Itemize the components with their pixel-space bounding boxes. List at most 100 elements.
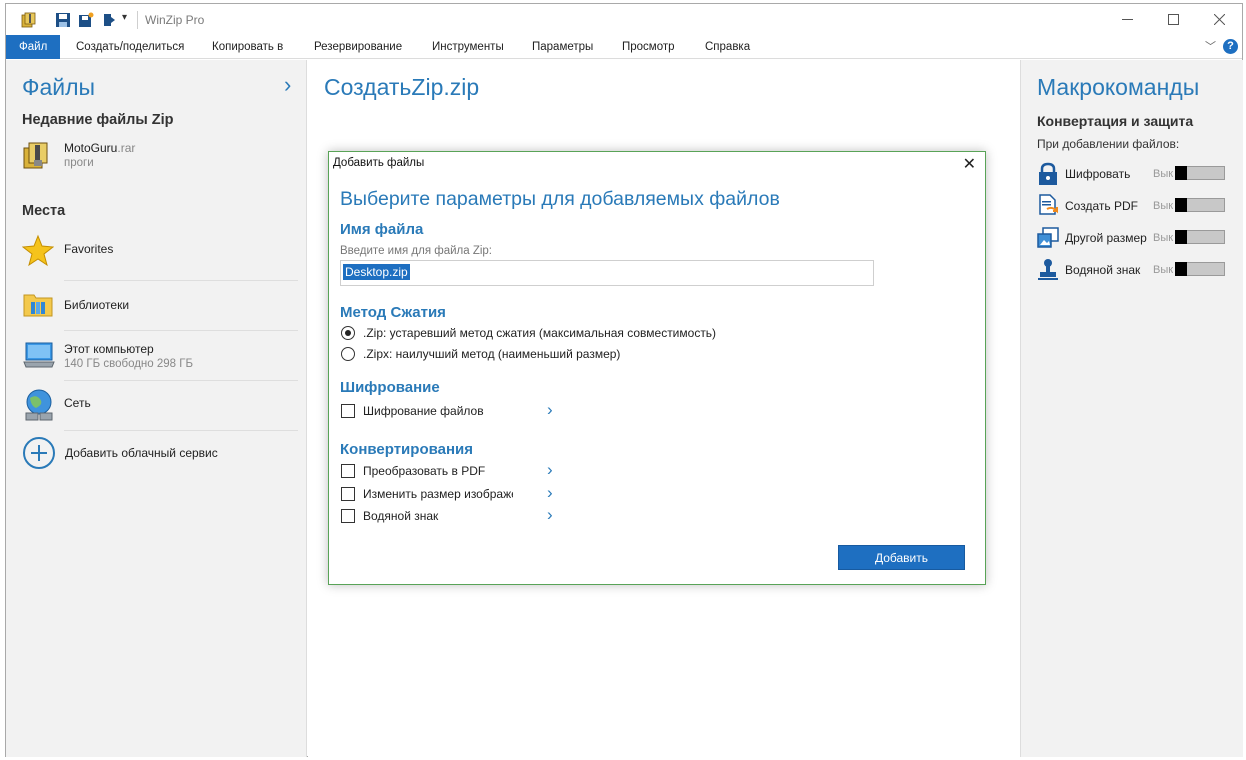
library-folder-icon (23, 294, 53, 317)
toggle-knob (1175, 262, 1187, 276)
filename-input[interactable] (340, 260, 874, 286)
close-window-button[interactable] (1196, 4, 1242, 35)
macro-encrypt-row: Шифровать Вык (1035, 162, 1235, 186)
compression-zip-option[interactable]: .Zip: устаревший метод сжатия (максималь… (341, 325, 741, 343)
title-separator (137, 11, 138, 29)
macro-encrypt-toggle[interactable] (1175, 166, 1225, 180)
convert-pdf-option[interactable]: Преобразовать в PDF › (341, 460, 571, 481)
tab-backup[interactable]: Резервирование (314, 35, 402, 59)
macro-resize-toggle[interactable] (1175, 230, 1225, 244)
share-icon[interactable] (101, 12, 117, 28)
close-icon (1213, 14, 1225, 25)
customize-quick-access-icon[interactable]: ▾ (122, 12, 127, 23)
radio-button[interactable] (341, 326, 355, 340)
place-network[interactable]: Сеть (22, 386, 298, 430)
add-circle-icon (23, 437, 55, 469)
place-divider (64, 280, 298, 281)
tab-copy-to[interactable]: Копировать в (212, 35, 283, 59)
add-cloud-service-button[interactable]: Добавить облачный сервис (22, 436, 298, 472)
compression-zipx-option[interactable]: .Zipx: наилучший метод (наименьший разме… (341, 346, 741, 364)
resize-images-option[interactable]: Изменить размер изображений › (341, 483, 571, 504)
star-icon (22, 234, 54, 267)
chevron-right-icon[interactable]: › (547, 460, 553, 480)
tab-settings[interactable]: Параметры (532, 35, 593, 59)
help-icon[interactable]: ? (1223, 39, 1238, 54)
files-pane-title: Файлы (22, 74, 96, 100)
macro-watermark-toggle[interactable] (1175, 262, 1225, 276)
place-divider (64, 430, 298, 431)
save-as-icon[interactable] (78, 12, 94, 28)
maximize-icon (1167, 14, 1179, 25)
tab-help[interactable]: Справка (705, 35, 750, 59)
macro-state: Вык (1153, 264, 1174, 276)
chevron-right-icon[interactable]: › (547, 483, 553, 503)
option-label: Преобразовать в PDF (363, 464, 486, 478)
network-globe-icon (25, 389, 53, 421)
macro-pdf-toggle[interactable] (1175, 198, 1225, 212)
recent-file-item[interactable]: MotoGuru.rar проги (22, 138, 298, 174)
minimize-button[interactable] (1104, 4, 1150, 35)
maximize-button[interactable] (1150, 4, 1196, 35)
expand-files-chevron-icon[interactable]: › (284, 72, 291, 98)
filename-selected-text: Desktop.zip (343, 264, 410, 280)
place-this-pc[interactable]: Этот компьютер 140 ГБ свободно 298 ГБ (22, 336, 298, 380)
checkbox[interactable] (341, 487, 355, 501)
filename-section-title: Имя файла (340, 221, 424, 238)
compression-section-title: Метод Сжатия (340, 304, 446, 321)
collapse-ribbon-icon[interactable]: ﹀ (1205, 38, 1216, 54)
checkbox[interactable] (341, 404, 355, 418)
ribbon-tabs: Файл Создать/поделиться Копировать в Рез… (6, 35, 1242, 59)
tab-view[interactable]: Просмотр (622, 35, 675, 59)
radio-button[interactable] (341, 347, 355, 361)
place-label: Сеть (64, 396, 91, 410)
tab-file[interactable]: Файл (6, 35, 61, 59)
winrar-archive-icon (23, 142, 48, 169)
macro-state: Вык (1153, 168, 1174, 180)
macros-title: Макрокоманды (1037, 74, 1200, 100)
option-label: .Zip: устаревший метод сжатия (максималь… (363, 326, 717, 340)
macro-resize-row: Другой размер Вык (1035, 226, 1235, 250)
toggle-knob (1175, 198, 1187, 212)
add-button[interactable]: Добавить (838, 545, 965, 570)
filename-hint: Введите имя для файла Zip: (340, 245, 493, 257)
place-label: Favorites (64, 242, 114, 256)
macros-subtitle: Конвертация и защита (1037, 113, 1194, 129)
minimize-icon (1121, 19, 1133, 20)
macro-label: Шифровать (1065, 167, 1131, 181)
macro-label: Создать PDF (1065, 199, 1138, 213)
macro-state: Вык (1153, 200, 1174, 212)
add-cloud-label: Добавить облачный сервис (65, 446, 218, 460)
lock-icon (1039, 162, 1057, 185)
pdf-convert-icon (1039, 194, 1058, 215)
chevron-right-icon[interactable]: › (547, 505, 553, 525)
chevron-right-icon[interactable]: › (547, 400, 553, 420)
recent-file-name: MotoGuru (64, 141, 118, 155)
tab-create-share[interactable]: Создать/поделиться (76, 35, 184, 59)
checkbox[interactable] (341, 464, 355, 478)
place-libraries[interactable]: Библиотеки (22, 284, 298, 328)
macro-state: Вык (1153, 232, 1174, 244)
macro-watermark-row: Водяной знак Вык (1035, 258, 1235, 282)
place-divider (64, 330, 298, 331)
places-heading: Места (22, 203, 66, 219)
zip-file-title[interactable]: СоздатьZip.zip (324, 74, 479, 101)
encryption-section-title: Шифрование (340, 379, 440, 396)
place-favorites[interactable]: Favorites (22, 232, 298, 276)
tab-tools[interactable]: Инструменты (432, 35, 504, 59)
disk-space-text: 140 ГБ свободно 298 ГБ (64, 358, 194, 370)
save-icon[interactable] (55, 12, 71, 28)
recent-file-folder: проги (64, 157, 94, 169)
place-label: Библиотеки (64, 298, 130, 312)
macro-label: Водяной знак (1065, 263, 1141, 277)
macro-pdf-row: Создать PDF Вык (1035, 194, 1235, 218)
title-bar: ▾ WinZip Pro (6, 4, 1242, 35)
watermark-option[interactable]: Водяной знак › (341, 505, 571, 526)
dialog-title: Добавить файлы (333, 157, 425, 169)
checkbox[interactable] (341, 509, 355, 523)
option-label: Шифрование файлов (363, 404, 484, 418)
option-label: Водяной знак (363, 509, 439, 523)
encrypt-files-option[interactable]: Шифрование файлов › (341, 400, 571, 421)
dialog-close-icon[interactable]: ✕ (963, 154, 976, 174)
stamp-icon (1038, 259, 1058, 280)
option-label: .Zipx: наилучший метод (наименьший разме… (363, 347, 621, 361)
